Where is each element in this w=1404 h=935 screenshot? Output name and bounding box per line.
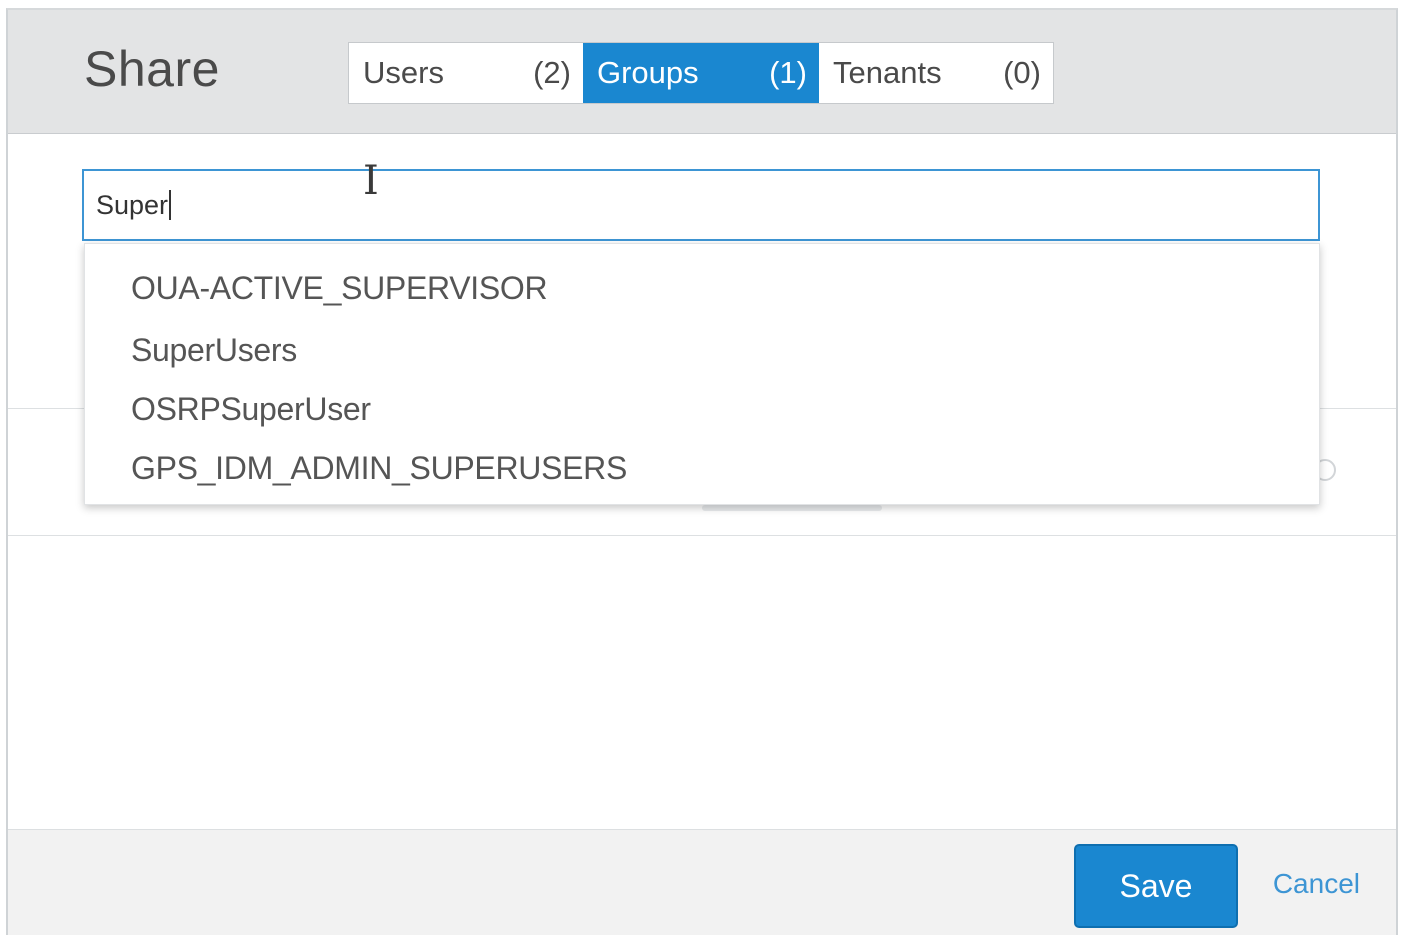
suggestion-item[interactable]: OSRPSuperUser	[131, 391, 371, 428]
suggestion-item[interactable]: GPS_IDM_ADMIN_SUPERUSERS	[131, 450, 627, 487]
dialog-header: Share Users (2) Groups (1) Tenants (0)	[8, 10, 1396, 134]
search-input-value: Super	[96, 189, 169, 220]
group-search-input[interactable]: Super	[82, 169, 1320, 241]
autocomplete-dropdown: OUA-ACTIVE_SUPERVISOR SuperUsers OSRPSup…	[84, 243, 1320, 505]
tab-users-label: Users	[363, 55, 444, 90]
cancel-link[interactable]: Cancel	[1273, 868, 1360, 900]
tab-tenants-label: Tenants	[833, 55, 942, 90]
tab-groups[interactable]: Groups (1)	[583, 43, 819, 103]
share-dialog: Share Users (2) Groups (1) Tenants (0) S…	[6, 8, 1398, 935]
dialog-title: Share	[84, 41, 220, 97]
save-button[interactable]: Save	[1074, 844, 1238, 928]
tab-users-count: (2)	[533, 55, 571, 90]
tab-users[interactable]: Users (2)	[349, 43, 583, 103]
suggestion-item[interactable]: OUA-ACTIVE_SUPERVISOR	[131, 270, 548, 307]
suggestion-item[interactable]: SuperUsers	[131, 332, 297, 369]
text-cursor-ibeam-icon: I	[363, 158, 379, 204]
share-tab-group: Users (2) Groups (1) Tenants (0)	[348, 42, 1054, 104]
text-caret	[169, 190, 172, 220]
tab-groups-label: Groups	[597, 55, 699, 90]
panel-placeholder-bar	[702, 505, 882, 511]
dialog-footer: Save Cancel	[8, 829, 1396, 935]
tab-tenants-count: (0)	[1003, 55, 1041, 90]
tab-groups-count: (1)	[769, 55, 807, 90]
tab-tenants[interactable]: Tenants (0)	[819, 43, 1053, 103]
